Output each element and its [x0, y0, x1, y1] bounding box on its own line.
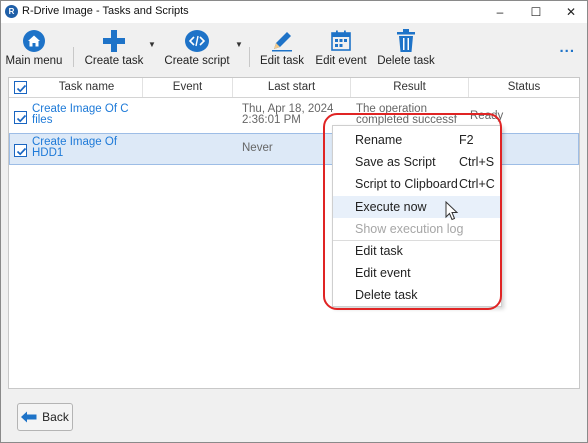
create-task-dropdown-icon[interactable]: ▼	[148, 40, 156, 49]
trash-icon	[391, 28, 421, 54]
delete-task-button[interactable]: Delete task	[375, 23, 437, 73]
create-task-button[interactable]: Create task	[81, 23, 147, 73]
back-button[interactable]: Back	[17, 403, 73, 431]
create-task-label: Create task	[84, 55, 144, 67]
app-window: R R-Drive Image - Tasks and Scripts – ☐ …	[0, 0, 588, 443]
menu-item-edit-task[interactable]: Edit task	[333, 240, 501, 262]
menu-item-label: Delete task	[355, 288, 418, 302]
list-header: Task name Event Last start Result Status	[9, 78, 579, 98]
window-title: R-Drive Image - Tasks and Scripts	[22, 5, 189, 17]
menu-item-label: Show execution log	[355, 222, 464, 236]
task-name[interactable]: HDD1	[32, 147, 63, 160]
close-button[interactable]: ✕	[554, 1, 587, 23]
menu-item-label: Rename	[355, 133, 403, 147]
menu-item-label: Save as Script	[355, 155, 436, 169]
maximize-button[interactable]: ☐	[519, 1, 553, 23]
menu-item-script-to-clipboard[interactable]: Script to Clipboard Ctrl+C	[333, 173, 501, 195]
menu-item-save-as-script[interactable]: Save as Script Ctrl+S	[333, 151, 501, 173]
delete-task-label: Delete task	[377, 55, 435, 67]
column-event[interactable]: Event	[143, 78, 233, 97]
task-last-start: Never	[242, 142, 273, 154]
code-icon	[182, 28, 212, 54]
checkmark-icon	[16, 114, 27, 123]
row-checkbox[interactable]	[14, 111, 27, 124]
create-script-button[interactable]: Create script	[161, 23, 233, 73]
task-last-start: 2:36:01 PM	[242, 114, 301, 126]
column-result[interactable]: Result	[351, 78, 469, 97]
menu-item-rename[interactable]: Rename F2	[333, 129, 501, 151]
toolbar: Main menu Create task ▼ Create script ▼ …	[1, 23, 587, 73]
menu-item-execute-now[interactable]: Execute now	[333, 196, 501, 218]
create-script-label: Create script	[164, 55, 230, 67]
menu-item-label: Edit task	[355, 244, 403, 258]
minimize-button[interactable]: –	[483, 1, 517, 23]
column-status[interactable]: Status	[469, 78, 579, 97]
context-menu: Rename F2 Save as Script Ctrl+S Script t…	[332, 125, 502, 307]
edit-event-button[interactable]: Edit event	[313, 23, 369, 73]
menu-item-label: Script to Clipboard	[355, 177, 458, 191]
column-last-start[interactable]: Last start	[233, 78, 351, 97]
main-menu-button[interactable]: Main menu	[5, 23, 63, 73]
toolbar-divider	[249, 47, 250, 67]
home-icon	[19, 28, 49, 54]
menu-item-delete-task[interactable]: Delete task	[333, 284, 501, 306]
main-menu-label: Main menu	[5, 55, 63, 67]
arrow-left-icon	[21, 411, 37, 423]
edit-event-label: Edit event	[315, 55, 367, 67]
menu-item-edit-event[interactable]: Edit event	[333, 262, 501, 284]
calendar-icon	[326, 28, 356, 54]
edit-task-label: Edit task	[259, 55, 305, 67]
task-status: Ready	[470, 110, 504, 122]
more-options-button[interactable]: ...	[559, 39, 575, 56]
pencil-icon	[267, 28, 297, 54]
row-checkbox[interactable]	[14, 144, 27, 157]
column-task-name[interactable]: Task name	[31, 78, 143, 97]
plus-icon	[99, 28, 129, 54]
title-bar: R R-Drive Image - Tasks and Scripts – ☐ …	[1, 1, 587, 23]
menu-item-label: Execute now	[355, 200, 427, 214]
menu-item-shortcut: Ctrl+S	[459, 155, 495, 169]
toolbar-divider	[73, 47, 74, 67]
menu-item-label: Edit event	[355, 266, 411, 280]
menu-item-shortcut: Ctrl+C	[459, 177, 495, 191]
select-all-checkbox[interactable]	[14, 81, 27, 94]
menu-item-show-execution-log: Show execution log	[333, 218, 501, 240]
back-label: Back	[42, 410, 69, 424]
create-script-dropdown-icon[interactable]: ▼	[235, 40, 243, 49]
menu-item-shortcut: F2	[459, 133, 474, 147]
edit-task-button[interactable]: Edit task	[257, 23, 307, 73]
task-name[interactable]: files	[32, 114, 52, 127]
checkmark-icon	[16, 147, 27, 156]
r-drive-logo-icon: R	[5, 5, 18, 18]
checkmark-icon	[16, 84, 27, 93]
mouse-cursor-icon	[445, 201, 459, 221]
